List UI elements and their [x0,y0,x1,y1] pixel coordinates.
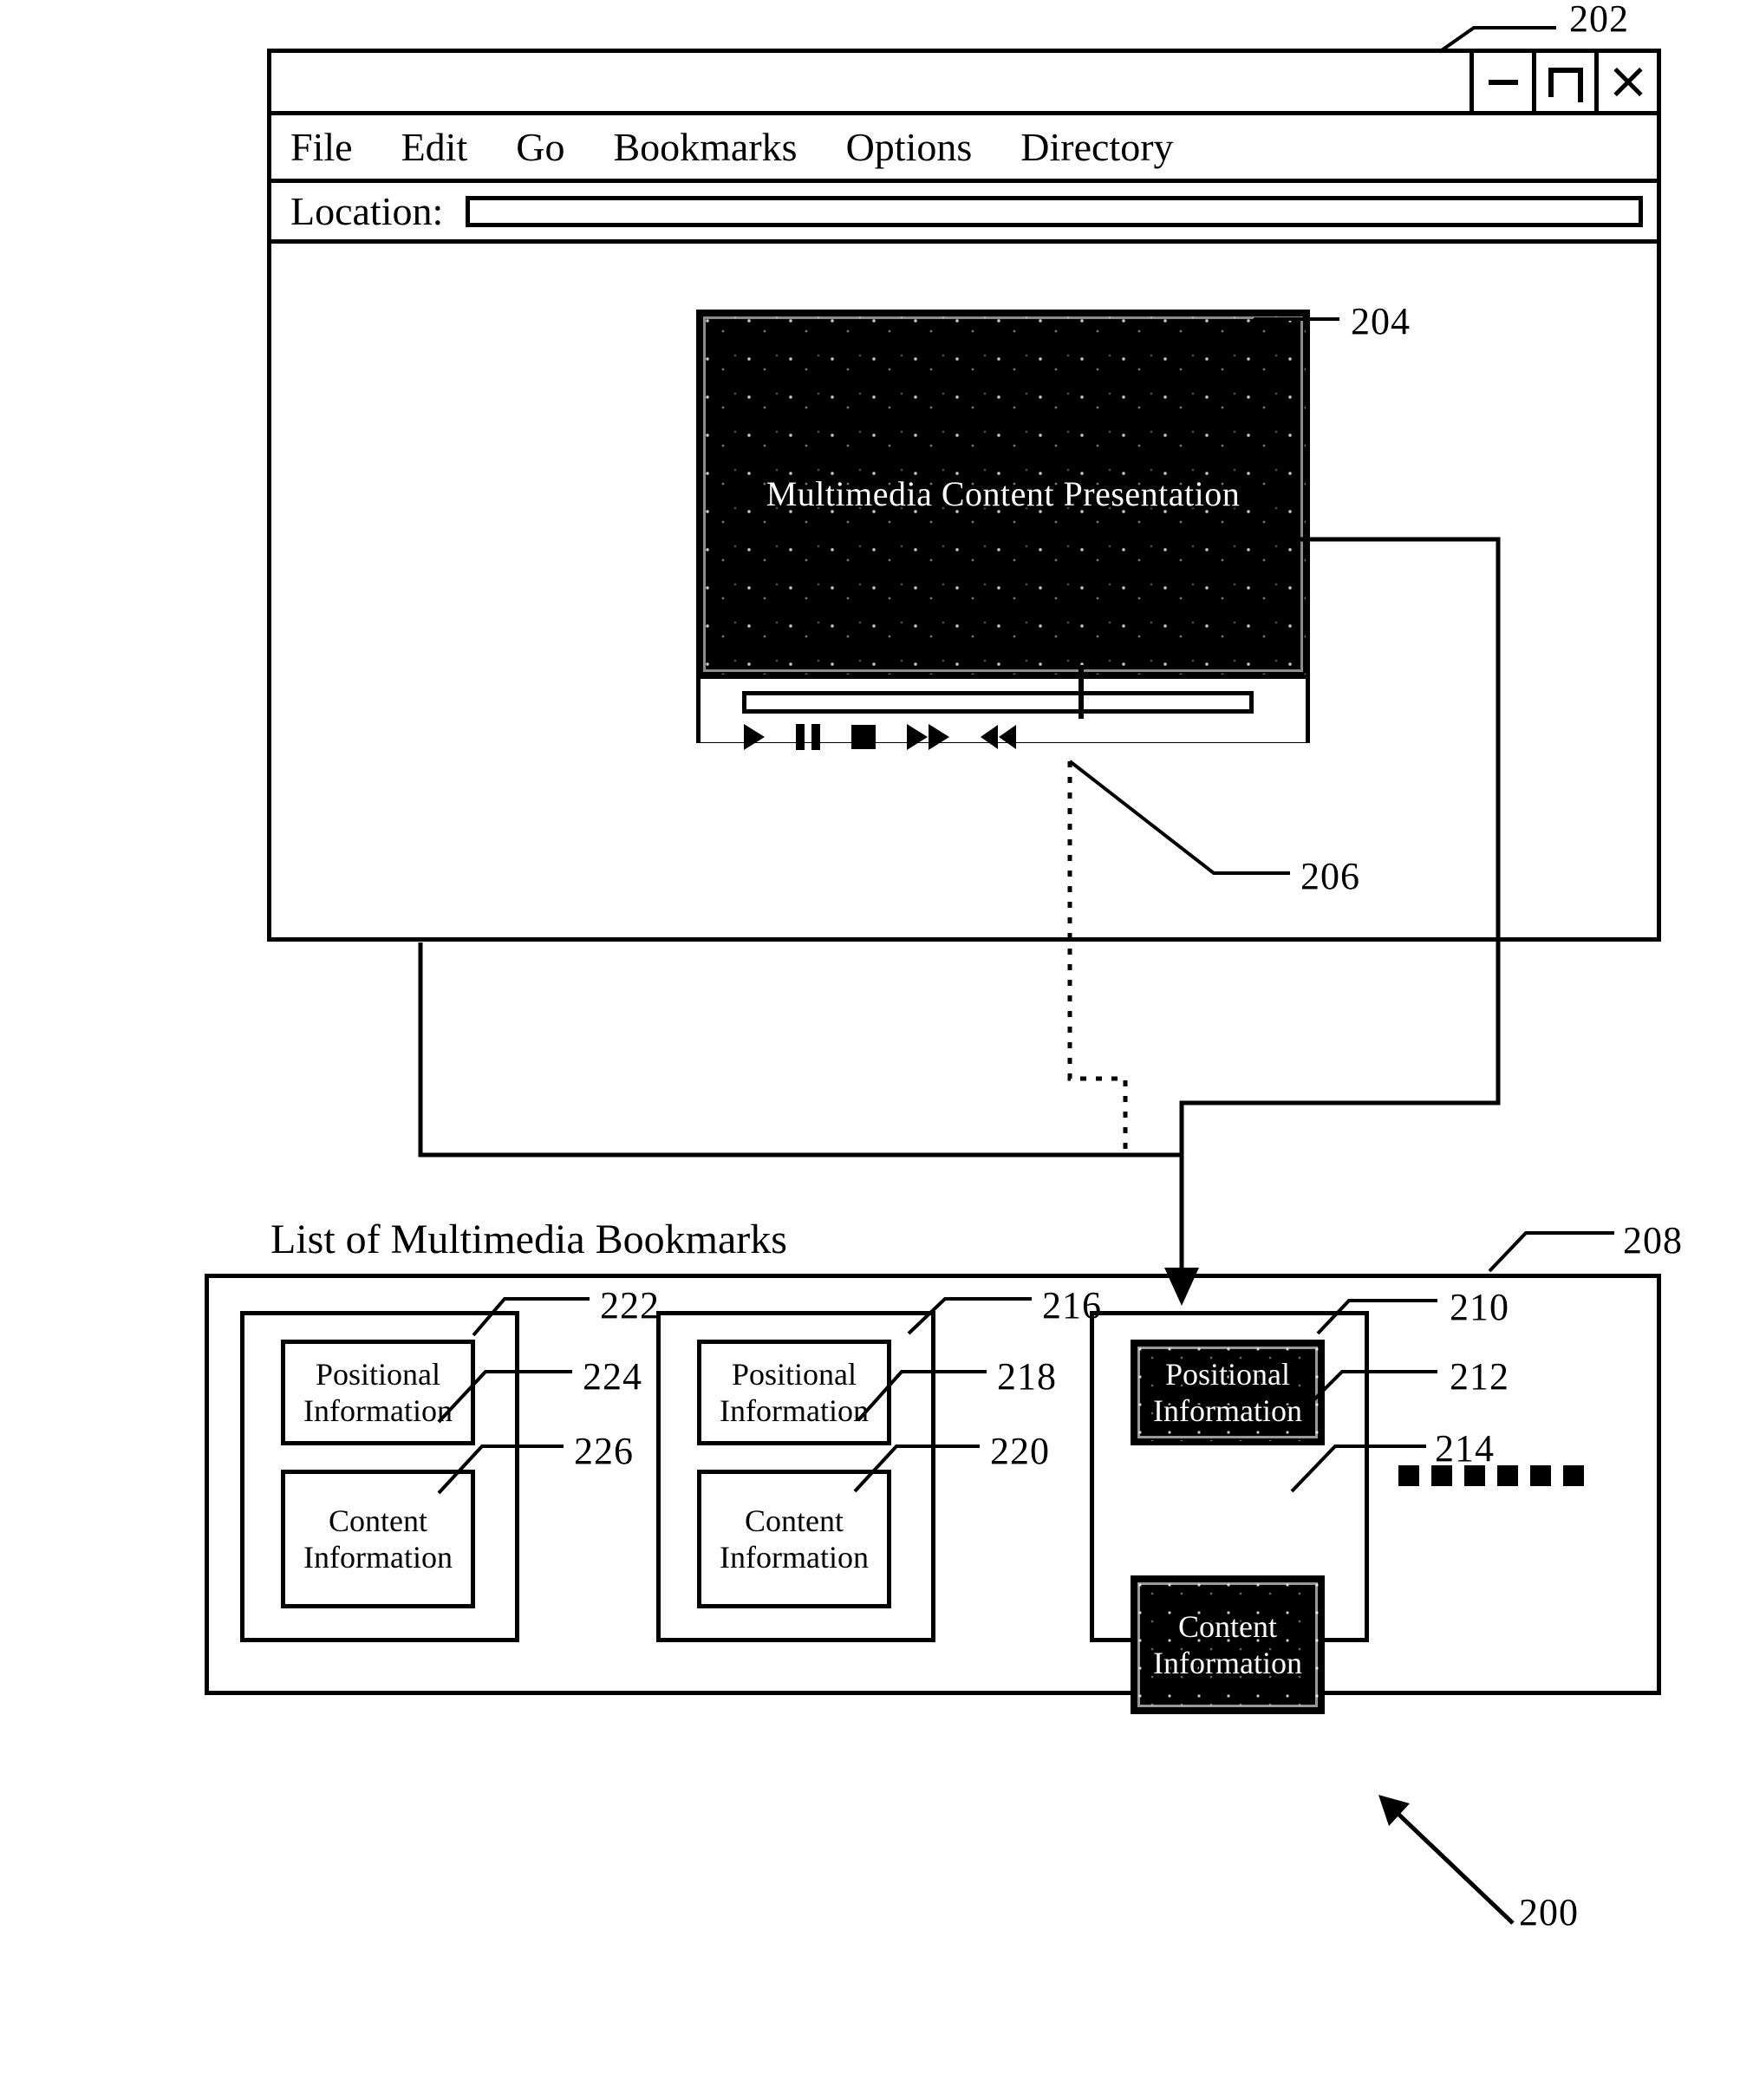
title-bar [271,53,1657,115]
positional-information-field: Positional Information [697,1340,891,1445]
ref-label-208: 208 [1623,1219,1683,1262]
browser-content-area: Multimedia Content Presentation [271,244,1657,937]
ref-label-212: 212 [1450,1355,1509,1398]
content-information-field: Content Information [697,1470,891,1608]
more-bookmarks-square [1398,1465,1419,1486]
maximize-icon [1548,67,1583,102]
video-screen[interactable]: Multimedia Content Presentation [701,314,1306,675]
stop-icon [851,725,876,749]
stop-button[interactable] [851,724,876,750]
progress-position-marker[interactable] [1079,665,1084,719]
menu-item-bookmarks[interactable]: Bookmarks [613,127,797,167]
ref-label-214: 214 [1435,1427,1495,1470]
location-label: Location: [290,188,444,233]
ref-label-210: 210 [1450,1286,1509,1328]
fast-forward-button[interactable] [907,724,949,750]
location-bar: Location: [271,183,1657,244]
menu-item-options[interactable]: Options [846,127,973,167]
ref-label-222: 222 [600,1284,660,1327]
more-bookmarks-square [1530,1465,1551,1486]
leader-200 [1384,1800,1515,1925]
positional-information-label: Positional Information [1153,1356,1302,1428]
more-bookmarks-indicator [1398,1465,1596,1486]
leader-200-arrowhead [1378,1795,1410,1826]
video-title-overlay: Multimedia Content Presentation [766,474,1241,513]
browser-window: File Edit Go Bookmarks Options Directory… [267,49,1661,942]
bookmark-list-heading: List of Multimedia Bookmarks [270,1216,787,1262]
fast-forward-icon [907,724,949,750]
content-information-field-selected: Content Information [1131,1575,1325,1714]
rewind-icon [981,725,1016,749]
positional-information-field: Positional Information [281,1340,475,1445]
maximize-button[interactable] [1532,53,1594,111]
content-information-field: Content Information [281,1470,475,1608]
transport-button-group [744,724,1047,750]
pause-button[interactable] [796,724,820,750]
bookmark-card[interactable]: Positional Information Content Informati… [656,1311,935,1642]
ref-label-200: 200 [1519,1891,1579,1934]
ref-label-218: 218 [997,1355,1057,1398]
menu-item-directory[interactable]: Directory [1020,127,1173,167]
ref-label-216: 216 [1042,1284,1102,1327]
bookmark-card-selected[interactable]: Positional Information Content Informati… [1090,1311,1369,1714]
menu-bar: File Edit Go Bookmarks Options Directory [271,115,1657,183]
minimize-icon [1488,79,1518,85]
bookmark-card[interactable]: Positional Information Content Informati… [240,1311,519,1642]
ref-label-204: 204 [1351,300,1411,342]
more-bookmarks-square [1497,1465,1518,1486]
progress-bar[interactable] [742,691,1254,714]
close-button[interactable] [1594,53,1657,111]
play-icon [744,724,765,750]
media-player: Multimedia Content Presentation [696,310,1310,750]
minimize-button[interactable] [1470,53,1532,111]
close-icon [1610,64,1646,101]
content-information-label: Content Information [1153,1608,1302,1680]
player-controls [701,665,1306,750]
leader-208 [1488,1231,1614,1273]
rewind-button[interactable] [981,724,1016,750]
title-bar-spacer [271,53,1470,111]
positional-information-field-selected: Positional Information [1131,1340,1325,1445]
connector-browser-to-bookmark-left [418,942,1182,1158]
ref-label-220: 220 [990,1430,1050,1472]
menu-item-file[interactable]: File [290,127,353,167]
menu-item-go[interactable]: Go [516,127,564,167]
location-input[interactable] [466,195,1643,227]
more-bookmarks-square [1563,1465,1584,1486]
play-button[interactable] [744,724,765,750]
menu-item-edit[interactable]: Edit [401,127,468,167]
pause-icon [796,724,820,750]
ref-label-224: 224 [583,1355,642,1398]
ref-label-202: 202 [1569,0,1629,40]
ref-label-226: 226 [574,1430,634,1472]
ref-label-206: 206 [1300,855,1360,897]
